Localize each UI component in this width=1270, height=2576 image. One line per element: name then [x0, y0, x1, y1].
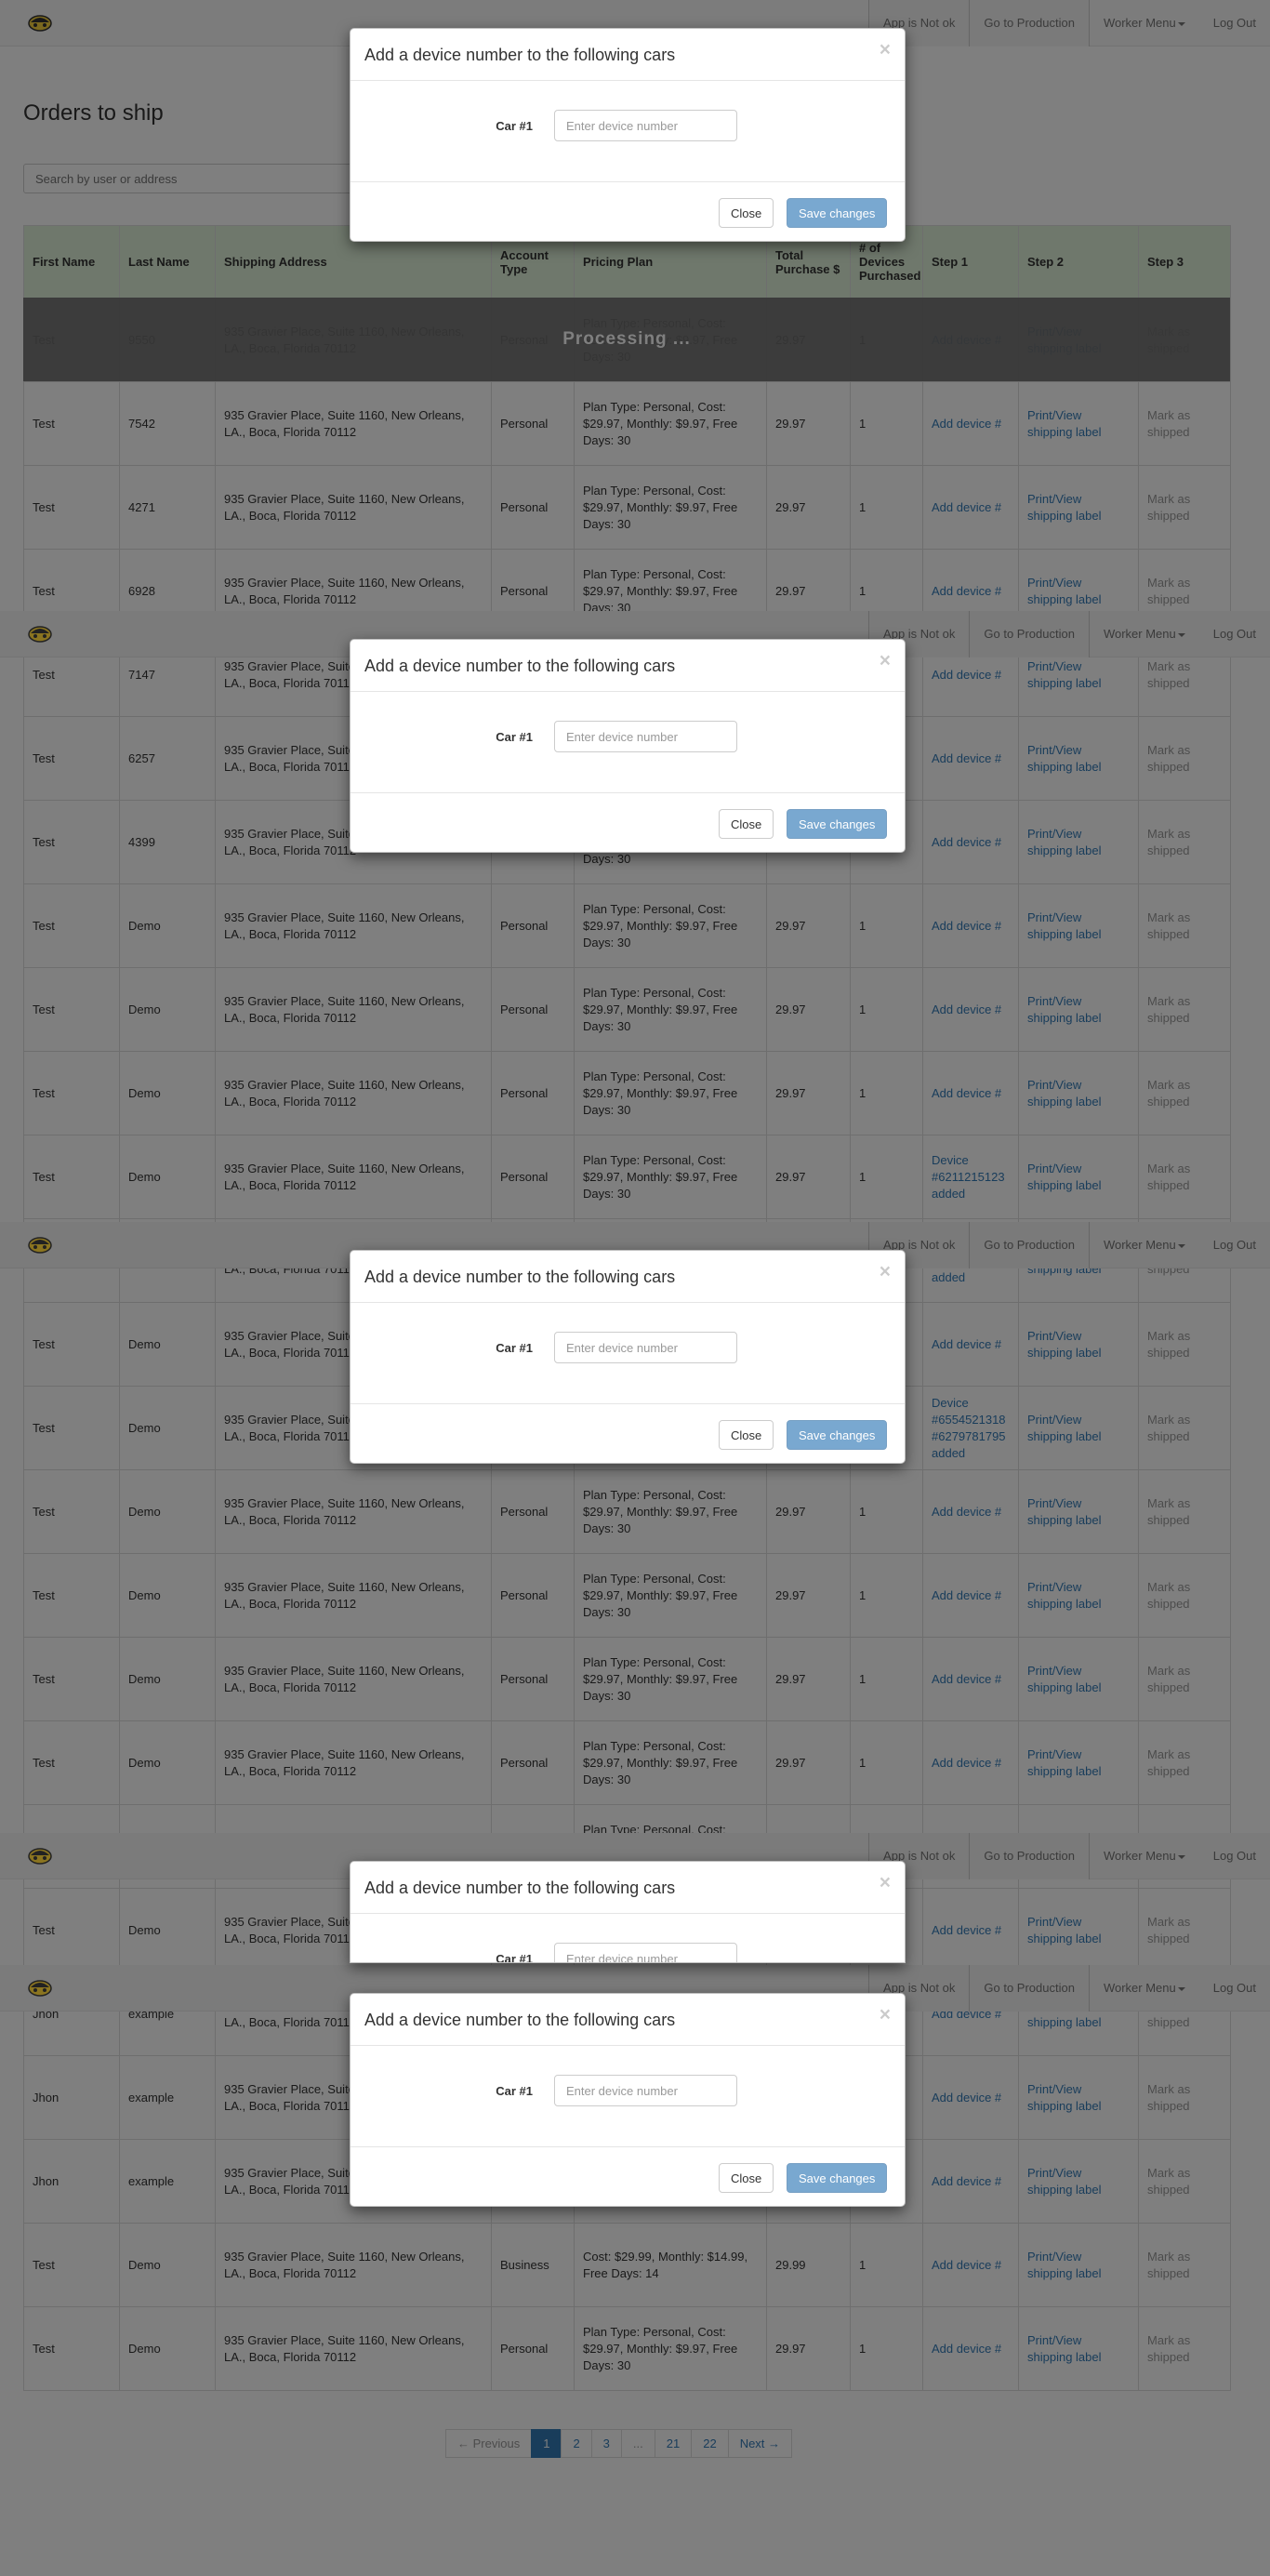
add-device-modal: Add a device number to the following car…	[350, 1993, 906, 2207]
chevron-down-icon	[1177, 1243, 1185, 1248]
worker-menu-label: Worker Menu	[1103, 627, 1176, 641]
modal-footer: Close Save changes	[351, 181, 905, 241]
modal-body: Car #1	[351, 692, 905, 792]
add-device-modal: Add a device number to the following car…	[350, 1250, 906, 1464]
close-icon[interactable]: ×	[880, 2005, 891, 2025]
log-out-link[interactable]: Log Out	[1199, 1833, 1270, 1879]
chevron-down-icon	[1177, 1986, 1185, 1991]
car-label: Car #1	[496, 1341, 533, 1355]
close-icon[interactable]: ×	[880, 1262, 891, 1281]
close-icon[interactable]: ×	[880, 40, 891, 60]
log-out-link[interactable]: Log Out	[1199, 1222, 1270, 1268]
worker-menu-label: Worker Menu	[1103, 1981, 1176, 1995]
device-number-input[interactable]	[554, 721, 737, 752]
modal-footer: Close Save changes	[351, 2146, 905, 2206]
car-label: Car #1	[496, 119, 533, 133]
go-to-production-link[interactable]: Go to Production	[970, 1965, 1090, 2012]
chevron-down-icon	[1177, 632, 1185, 637]
modal-header: Add a device number to the following car…	[351, 1994, 905, 2046]
logo-icon	[28, 1237, 52, 1254]
save-changes-button[interactable]: Save changes	[787, 2163, 888, 2193]
modal-body: Car #1	[351, 1914, 905, 1963]
device-number-input[interactable]	[554, 1943, 737, 1962]
close-button[interactable]: Close	[719, 809, 774, 839]
modal-footer: Close Save changes	[351, 1403, 905, 1463]
modal-header: Add a device number to the following car…	[351, 1251, 905, 1303]
modal-body: Car #1	[351, 81, 905, 181]
add-device-modal: Add a device number to the following car…	[350, 28, 906, 242]
close-icon[interactable]: ×	[880, 651, 891, 671]
worker-menu-dropdown[interactable]: Worker Menu	[1090, 1833, 1199, 1879]
logo-icon	[28, 1848, 52, 1865]
car-label: Car #1	[496, 730, 533, 744]
worker-menu-dropdown[interactable]: Worker Menu	[1090, 1965, 1199, 2012]
modal-title: Add a device number to the following car…	[364, 2011, 676, 2029]
modal-header: Add a device number to the following car…	[351, 29, 905, 81]
car-label: Car #1	[496, 2084, 533, 2098]
add-device-modal: Add a device number to the following car…	[350, 1861, 906, 1963]
close-button[interactable]: Close	[719, 2163, 774, 2193]
close-button[interactable]: Close	[719, 198, 774, 228]
modal-footer: Close Save changes	[351, 792, 905, 852]
save-changes-button[interactable]: Save changes	[787, 1420, 888, 1450]
go-to-production-link[interactable]: Go to Production	[970, 611, 1090, 657]
worker-menu-dropdown[interactable]: Worker Menu	[1090, 611, 1199, 657]
go-to-production-link[interactable]: Go to Production	[970, 1833, 1090, 1879]
log-out-link[interactable]: Log Out	[1199, 1965, 1270, 2012]
car-label: Car #1	[496, 1952, 533, 1963]
log-out-link[interactable]: Log Out	[1199, 611, 1270, 657]
modal-body: Car #1	[351, 2046, 905, 2146]
modal-title: Add a device number to the following car…	[364, 46, 676, 64]
add-device-modal: Add a device number to the following car…	[350, 639, 906, 853]
worker-menu-label: Worker Menu	[1103, 1238, 1176, 1252]
modal-title: Add a device number to the following car…	[364, 1268, 676, 1286]
logo-icon	[28, 1980, 52, 1997]
worker-menu-label: Worker Menu	[1103, 1849, 1176, 1863]
logo-icon	[28, 626, 52, 643]
close-button[interactable]: Close	[719, 1420, 774, 1450]
worker-menu-dropdown[interactable]: Worker Menu	[1090, 1222, 1199, 1268]
device-number-input[interactable]	[554, 1332, 737, 1363]
save-changes-button[interactable]: Save changes	[787, 198, 888, 228]
close-icon[interactable]: ×	[880, 1873, 891, 1892]
modal-header: Add a device number to the following car…	[351, 1862, 905, 1914]
modal-title: Add a device number to the following car…	[364, 1879, 676, 1897]
go-to-production-link[interactable]: Go to Production	[970, 1222, 1090, 1268]
save-changes-button[interactable]: Save changes	[787, 809, 888, 839]
chevron-down-icon	[1177, 1854, 1185, 1859]
device-number-input[interactable]	[554, 110, 737, 141]
modal-body: Car #1	[351, 1303, 905, 1403]
modal-title: Add a device number to the following car…	[364, 657, 676, 675]
device-number-input[interactable]	[554, 2075, 737, 2106]
modal-header: Add a device number to the following car…	[351, 640, 905, 692]
